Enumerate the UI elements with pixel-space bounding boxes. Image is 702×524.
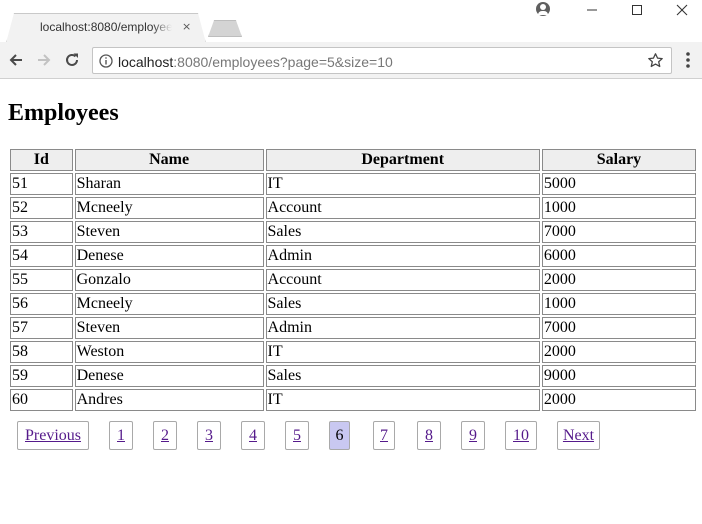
cell-department: Sales	[265, 221, 540, 243]
column-header-department: Department	[265, 149, 540, 171]
page-link-2[interactable]: 2	[153, 421, 177, 450]
cell-department: IT	[265, 389, 540, 411]
reload-icon	[66, 53, 78, 66]
cell-salary: 9000	[541, 365, 696, 387]
cell-salary: 5000	[541, 173, 696, 195]
profile-icon[interactable]	[536, 2, 550, 16]
url-text[interactable]: localhost:8080/employees?page=5&size=10	[118, 54, 393, 70]
cell-name: Denese	[74, 245, 264, 267]
cell-salary: 2000	[541, 269, 696, 291]
page-title: Employees	[8, 100, 119, 126]
cell-department: Sales	[265, 293, 540, 315]
cell-salary: 1000	[541, 293, 696, 315]
cell-department: IT	[265, 341, 540, 363]
browser-toolbar: localhost:8080/employees?page=5&size=10	[0, 42, 702, 79]
cell-department: Account	[265, 197, 540, 219]
url-host: localhost	[118, 54, 174, 70]
table-row: 57 Steven Admin 7000	[10, 317, 696, 339]
cell-id: 53	[10, 221, 73, 243]
table-row: 60 Andres IT 2000	[10, 389, 696, 411]
next-page-link[interactable]: Next	[557, 421, 600, 450]
cell-name: Sharan	[74, 173, 264, 195]
new-tab-button[interactable]	[208, 20, 242, 37]
table-row: 58 Weston IT 2000	[10, 341, 696, 363]
table-row: 52 Mcneely Account 1000	[10, 197, 696, 219]
cell-name: Steven	[74, 221, 264, 243]
cell-id: 54	[10, 245, 73, 267]
cell-department: Sales	[265, 365, 540, 387]
cell-name: Steven	[74, 317, 264, 339]
table-row: 53 Steven Sales 7000	[10, 221, 696, 243]
close-window-button[interactable]	[662, 0, 702, 20]
cell-department: Admin	[265, 317, 540, 339]
cell-department: Admin	[265, 245, 540, 267]
maximize-button[interactable]	[617, 0, 657, 20]
cell-id: 51	[10, 173, 73, 195]
reload-button[interactable]	[62, 50, 82, 70]
table-row: 59 Denese Sales 9000	[10, 365, 696, 387]
page-link-4[interactable]: 4	[241, 421, 265, 450]
page-link-5[interactable]: 5	[285, 421, 309, 450]
cell-salary: 2000	[541, 341, 696, 363]
cell-id: 55	[10, 269, 73, 291]
employees-table: Id Name Department Salary 51 Sharan IT 5…	[8, 147, 698, 413]
forward-button[interactable]	[34, 50, 54, 70]
page-link-8[interactable]: 8	[417, 421, 441, 450]
browser-titlebar: localhost:8080/employees?page=5&size=10 …	[0, 0, 702, 43]
cell-id: 52	[10, 197, 73, 219]
column-header-id: Id	[10, 149, 73, 171]
cell-salary: 7000	[541, 221, 696, 243]
column-header-name: Name	[74, 149, 264, 171]
cell-name: Andres	[74, 389, 264, 411]
tab-title[interactable]: localhost:8080/employees?page=5&size=10	[40, 20, 172, 36]
back-button[interactable]	[6, 50, 26, 70]
cell-department: IT	[265, 173, 540, 195]
maximize-icon	[632, 5, 642, 15]
table-header-row: Id Name Department Salary	[10, 149, 696, 171]
page-link-9[interactable]: 9	[461, 421, 485, 450]
table-row: 55 Gonzalo Account 2000	[10, 269, 696, 291]
cell-name: Denese	[74, 365, 264, 387]
cell-name: Weston	[74, 341, 264, 363]
current-page-6: 6	[329, 421, 350, 450]
url-path: :8080/employees?page=5&size=10	[173, 54, 393, 70]
page-link-1[interactable]: 1	[109, 421, 133, 450]
table-row: 54 Denese Admin 6000	[10, 245, 696, 267]
column-header-salary: Salary	[541, 149, 696, 171]
menu-icon[interactable]	[680, 50, 696, 70]
address-bar[interactable]: localhost:8080/employees?page=5&size=10	[92, 47, 672, 74]
cell-salary: 6000	[541, 245, 696, 267]
cell-department: Account	[265, 269, 540, 291]
cell-id: 59	[10, 365, 73, 387]
previous-page-link[interactable]: Previous	[17, 421, 89, 450]
bookmark-star-icon[interactable]	[647, 52, 664, 69]
cell-id: 58	[10, 341, 73, 363]
page-link-7[interactable]: 7	[373, 421, 395, 450]
tab-close-icon[interactable]: ×	[182, 20, 194, 34]
cell-name: Mcneely	[74, 293, 264, 315]
minimize-button[interactable]	[572, 0, 612, 20]
cell-salary: 1000	[541, 197, 696, 219]
cell-id: 57	[10, 317, 73, 339]
minimize-icon	[587, 9, 597, 11]
info-icon[interactable]	[99, 54, 113, 68]
table-row: 51 Sharan IT 5000	[10, 173, 696, 195]
cell-name: Gonzalo	[74, 269, 264, 291]
cell-salary: 7000	[541, 317, 696, 339]
back-icon	[9, 54, 22, 66]
cell-salary: 2000	[541, 389, 696, 411]
page-link-10[interactable]: 10	[505, 421, 537, 450]
page-link-3[interactable]: 3	[197, 421, 221, 450]
cell-name: Mcneely	[74, 197, 264, 219]
table-row: 56 Mcneely Sales 1000	[10, 293, 696, 315]
forward-icon	[38, 54, 51, 66]
cell-id: 56	[10, 293, 73, 315]
close-icon	[676, 4, 688, 16]
cell-id: 60	[10, 389, 73, 411]
